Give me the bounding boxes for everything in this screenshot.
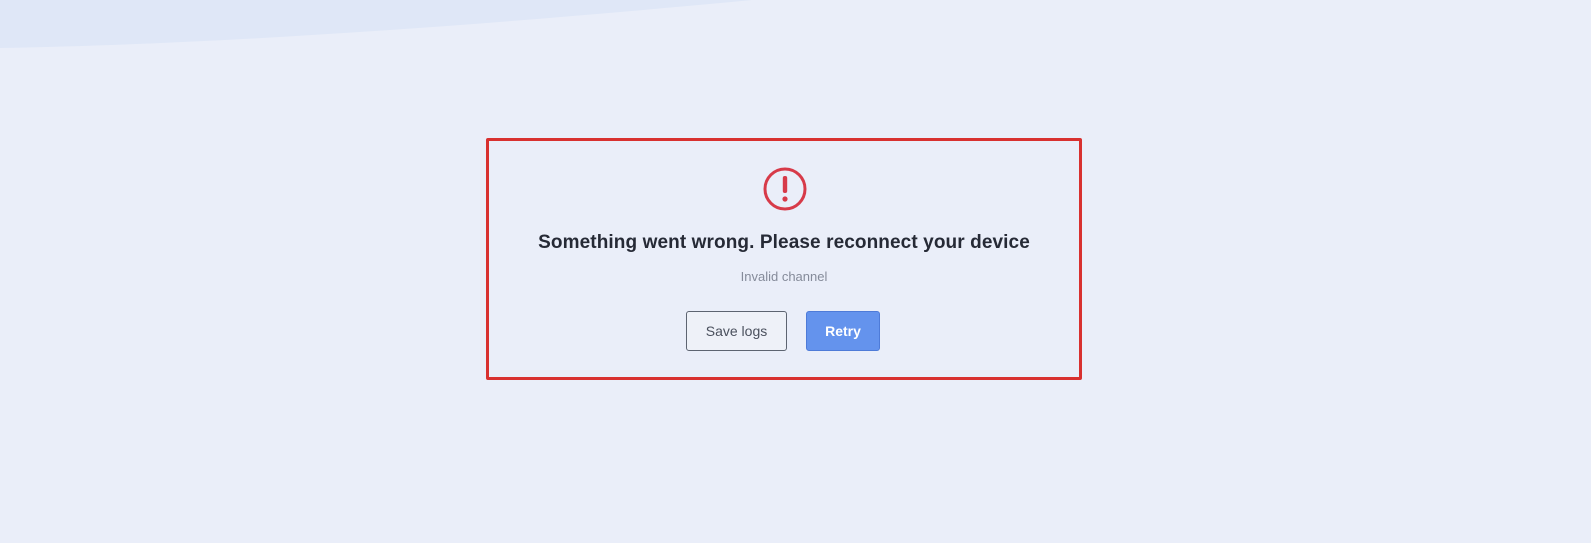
error-title: Something went wrong. Please reconnect y… [538,232,1030,253]
error-panel: Something went wrong. Please reconnect y… [486,138,1082,380]
error-message: Invalid channel [740,269,828,284]
alert-circle-icon [763,167,807,211]
save-logs-button[interactable]: Save logs [686,311,787,351]
retry-button[interactable]: Retry [806,311,880,351]
